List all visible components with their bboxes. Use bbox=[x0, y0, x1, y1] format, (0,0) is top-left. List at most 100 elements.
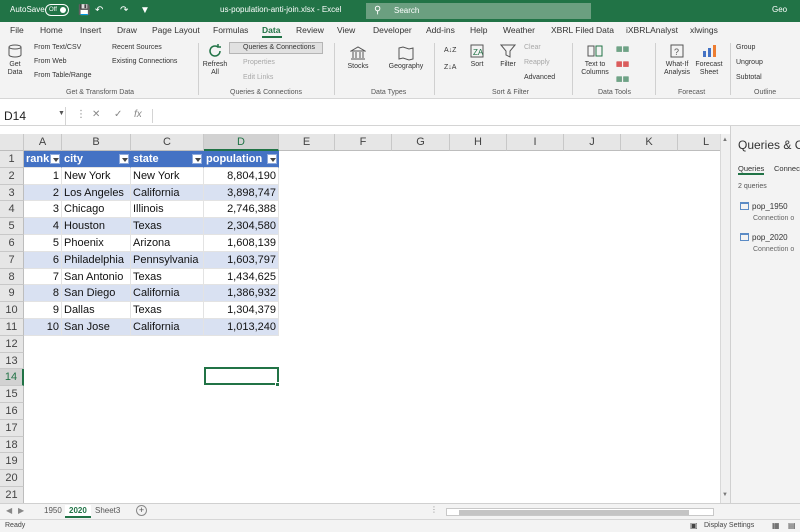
table-cell[interactable]: Los Angeles bbox=[62, 184, 131, 202]
row-header-3[interactable]: 3 bbox=[0, 184, 24, 202]
fill-handle[interactable] bbox=[275, 382, 280, 387]
add-sheet-icon[interactable]: + bbox=[136, 505, 147, 516]
recent-sources-button[interactable]: Recent Sources bbox=[112, 44, 162, 51]
vertical-scrollbar[interactable]: ▲ ▼ bbox=[720, 134, 730, 503]
properties-button[interactable]: Properties bbox=[243, 59, 275, 66]
tab-review[interactable]: Review bbox=[296, 25, 324, 35]
tab-home[interactable]: Home bbox=[40, 25, 63, 35]
search-box[interactable]: ⚲ Search bbox=[366, 3, 591, 19]
table-header-cell[interactable]: city bbox=[62, 151, 131, 168]
column-header-h[interactable]: H bbox=[450, 134, 507, 151]
scroll-up-icon[interactable]: ▲ bbox=[722, 137, 728, 143]
text-to-columns-button[interactable]: Text to Columns bbox=[578, 43, 612, 77]
table-cell[interactable]: 10 bbox=[24, 319, 62, 336]
autosave-toggle[interactable]: Off bbox=[45, 4, 69, 16]
display-settings-icon[interactable]: ▣ bbox=[690, 521, 698, 530]
existing-connections-button[interactable]: Existing Connections bbox=[112, 58, 177, 65]
filter-dropdown-icon[interactable] bbox=[267, 154, 277, 164]
tab-view[interactable]: View bbox=[337, 25, 355, 35]
table-cell[interactable]: 3 bbox=[24, 201, 62, 219]
tab-page-layout[interactable]: Page Layout bbox=[152, 25, 200, 35]
redo-icon[interactable]: ↷ bbox=[120, 5, 128, 16]
table-cell[interactable]: 1,304,379 bbox=[204, 302, 279, 319]
reapply-button[interactable]: Reapply bbox=[524, 59, 550, 66]
scroll-down-icon[interactable]: ▼ bbox=[722, 492, 728, 498]
remove-duplicates-icon[interactable]: ▦▦ bbox=[616, 60, 629, 68]
sheet-tab-2020[interactable]: 2020 bbox=[65, 505, 91, 518]
tab-draw[interactable]: Draw bbox=[117, 25, 137, 35]
ungroup-button[interactable]: Ungroup bbox=[736, 59, 763, 66]
table-cell[interactable]: 1,603,797 bbox=[204, 251, 279, 269]
advanced-button[interactable]: Advanced bbox=[524, 74, 555, 81]
table-cell[interactable]: California bbox=[131, 285, 204, 303]
stocks-button[interactable]: Stocks bbox=[344, 45, 372, 71]
column-header-a[interactable]: A bbox=[24, 134, 62, 151]
table-header-cell[interactable]: population bbox=[204, 151, 279, 168]
row-header-13[interactable]: 13 bbox=[0, 352, 24, 370]
tab-data[interactable]: Data bbox=[262, 25, 280, 35]
customize-icon[interactable]: ▼ bbox=[140, 5, 150, 16]
row-header-20[interactable]: 20 bbox=[0, 470, 24, 487]
what-if-analysis-button[interactable]: ? What-If Analysis bbox=[660, 43, 694, 77]
insert-function-icon[interactable]: fx bbox=[134, 109, 142, 120]
enter-icon[interactable]: ✓ bbox=[114, 109, 122, 120]
table-header-cell[interactable]: rank bbox=[24, 151, 62, 168]
select-all-corner[interactable] bbox=[0, 134, 24, 151]
table-cell[interactable]: California bbox=[131, 319, 204, 336]
formula-input[interactable] bbox=[152, 109, 722, 123]
table-cell[interactable]: New York bbox=[131, 167, 204, 185]
table-cell[interactable]: Texas bbox=[131, 302, 204, 319]
table-cell[interactable]: 8,804,190 bbox=[204, 167, 279, 185]
filter-dropdown-icon[interactable] bbox=[192, 154, 202, 164]
group-button[interactable]: Group bbox=[736, 44, 755, 51]
table-cell[interactable]: 9 bbox=[24, 302, 62, 319]
table-cell[interactable]: 6 bbox=[24, 251, 62, 269]
filter-button[interactable]: Filter bbox=[496, 43, 520, 69]
table-cell[interactable]: 1,013,240 bbox=[204, 319, 279, 336]
filter-dropdown-icon[interactable] bbox=[50, 154, 60, 164]
sheet-tab-1950[interactable]: 1950 bbox=[40, 505, 66, 516]
tab-xbrl-filed-data[interactable]: XBRL Filed Data bbox=[551, 25, 614, 35]
pane-tab-queries[interactable]: Queries bbox=[738, 164, 765, 175]
forecast-sheet-button[interactable]: Forecast Sheet bbox=[694, 43, 724, 77]
sort-za-icon[interactable]: Z↓A bbox=[444, 64, 456, 71]
sort-button[interactable]: ZA Sort bbox=[466, 43, 488, 69]
clear-button[interactable]: Clear bbox=[524, 44, 541, 51]
row-header-14[interactable]: 14 bbox=[0, 369, 24, 387]
table-cell[interactable]: Pennsylvania bbox=[131, 251, 204, 269]
column-header-f[interactable]: F bbox=[335, 134, 392, 151]
cancel-icon[interactable]: ✕ bbox=[92, 109, 100, 120]
tab-xlwings[interactable]: xlwings bbox=[690, 25, 718, 35]
table-cell[interactable]: Texas bbox=[131, 218, 204, 235]
column-header-j[interactable]: J bbox=[564, 134, 621, 151]
table-cell[interactable]: 7 bbox=[24, 268, 62, 286]
tab-weather[interactable]: Weather bbox=[503, 25, 535, 35]
query-item[interactable]: pop_2020 bbox=[740, 233, 788, 242]
column-header-g[interactable]: G bbox=[392, 134, 450, 151]
table-cell[interactable]: San Diego bbox=[62, 285, 131, 303]
table-cell[interactable]: New York bbox=[62, 167, 131, 185]
pane-tab-connections[interactable]: Connec bbox=[774, 164, 800, 173]
display-settings-button[interactable]: Display Settings bbox=[704, 522, 754, 529]
column-header-b[interactable]: B bbox=[62, 134, 131, 151]
table-cell[interactable]: 3,898,747 bbox=[204, 184, 279, 202]
table-cell[interactable]: 2,746,388 bbox=[204, 201, 279, 219]
row-header-5[interactable]: 5 bbox=[0, 218, 24, 235]
tab-file[interactable]: File bbox=[10, 25, 24, 35]
query-item[interactable]: pop_1950 bbox=[740, 202, 788, 211]
from-text-csv-button[interactable]: From Text/CSV bbox=[34, 44, 81, 51]
row-header-15[interactable]: 15 bbox=[0, 386, 24, 403]
scroll-tabs-left-icon[interactable]: ◀ bbox=[6, 506, 12, 515]
column-header-i[interactable]: I bbox=[507, 134, 564, 151]
table-cell[interactable]: Houston bbox=[62, 218, 131, 235]
row-header-21[interactable]: 21 bbox=[0, 487, 24, 503]
from-web-button[interactable]: From Web bbox=[34, 58, 67, 65]
row-header-1[interactable]: 1 bbox=[0, 151, 24, 168]
row-header-8[interactable]: 8 bbox=[0, 268, 24, 286]
tab-formulas[interactable]: Formulas bbox=[213, 25, 248, 35]
column-header-e[interactable]: E bbox=[279, 134, 335, 151]
tab-add-ins[interactable]: Add-ins bbox=[426, 25, 455, 35]
row-header-2[interactable]: 2 bbox=[0, 167, 24, 185]
table-cell[interactable]: 1,434,625 bbox=[204, 268, 279, 286]
horizontal-scrollbar[interactable] bbox=[446, 508, 714, 516]
